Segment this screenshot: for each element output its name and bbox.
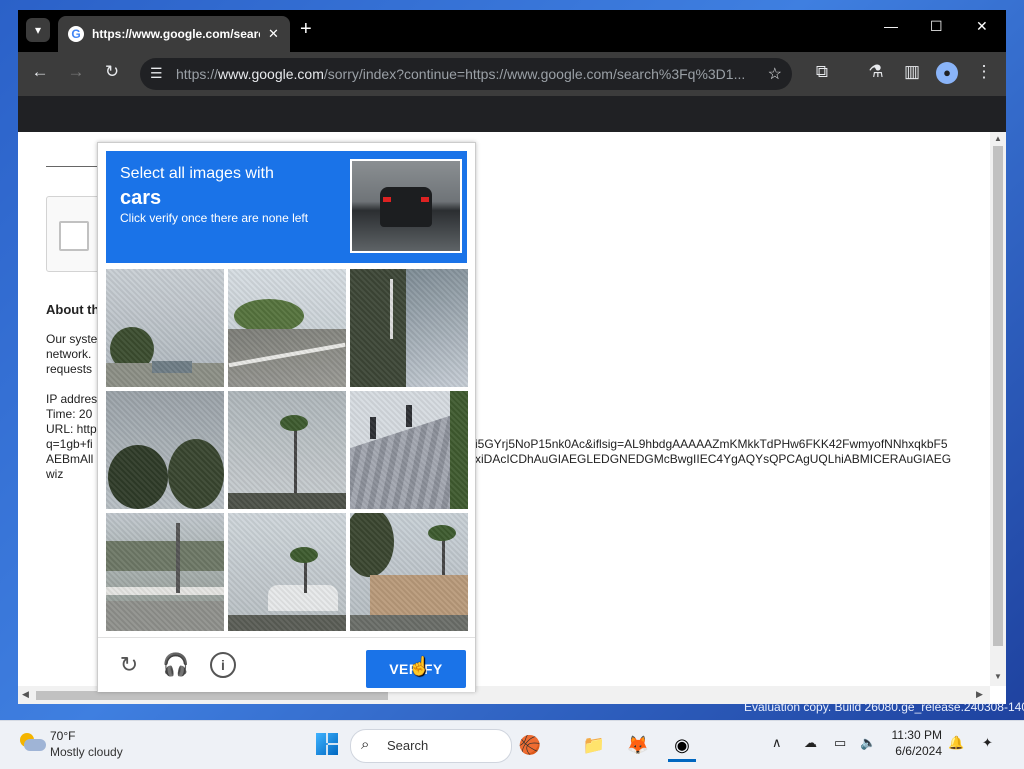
browser-toolbar: ← → ↻ ☰ https://www.google.com/sorry/ind… bbox=[18, 52, 1006, 96]
para-line: requests bbox=[46, 362, 93, 376]
file-explorer-icon[interactable]: 📁 bbox=[580, 731, 608, 759]
para-line: Our syste bbox=[46, 332, 98, 346]
image-tile[interactable] bbox=[106, 269, 224, 387]
ip-line: wiz bbox=[46, 467, 64, 481]
info-icon[interactable]: i bbox=[210, 652, 236, 678]
weather-condition[interactable]: Mostly cloudy bbox=[50, 745, 123, 759]
tab-strip: ▾ G https://www.google.com/search ✕ + — … bbox=[18, 10, 1006, 52]
clock-date: 6/6/2024 bbox=[895, 744, 942, 758]
minimize-button[interactable]: — bbox=[884, 18, 898, 34]
recaptcha-challenge: Select all images with cars Click verify… bbox=[97, 142, 476, 692]
taskbar-search[interactable]: ⌕ Search bbox=[350, 729, 512, 763]
google-favicon: G bbox=[68, 26, 84, 42]
prompt-line: Select all images with bbox=[120, 165, 274, 182]
prompt-instruction: Click verify once there are none left bbox=[120, 211, 309, 225]
ip-line: Time: 20 bbox=[46, 407, 93, 421]
sample-car bbox=[380, 187, 432, 227]
maximize-button[interactable]: ☐ bbox=[930, 18, 943, 35]
page-top-band bbox=[18, 96, 1006, 132]
weather-temperature[interactable]: 70°F bbox=[50, 729, 75, 743]
ip-line: IP addres bbox=[46, 392, 98, 406]
image-tile[interactable] bbox=[106, 513, 224, 631]
challenge-prompt: Select all images with cars Click verify… bbox=[106, 151, 467, 263]
para-line: network. bbox=[46, 347, 92, 361]
forward-icon[interactable]: → bbox=[64, 62, 88, 82]
display-icon[interactable]: ▭ bbox=[834, 735, 846, 751]
sidepanel-icon[interactable]: ▥ bbox=[900, 62, 924, 82]
ip-line: q=1gb+fi bbox=[46, 437, 93, 451]
site-info-icon[interactable]: ☰ bbox=[150, 65, 163, 82]
notification-bell-icon[interactable]: 🔔 bbox=[948, 735, 964, 751]
copilot-icon[interactable]: ✦ bbox=[982, 735, 993, 751]
image-tile[interactable] bbox=[228, 513, 346, 631]
widgets-app-icon[interactable]: 🏀 bbox=[516, 731, 544, 759]
scroll-left-icon[interactable]: ◀ bbox=[22, 689, 29, 700]
network-icon[interactable]: ☁ bbox=[804, 735, 817, 751]
reload-icon[interactable]: ↻ bbox=[116, 652, 142, 678]
headphones-icon[interactable]: 🎧 bbox=[162, 652, 189, 678]
tab-google[interactable]: G https://www.google.com/search ✕ bbox=[58, 16, 290, 52]
image-tile[interactable] bbox=[350, 269, 468, 387]
tab-title: https://www.google.com/search bbox=[92, 27, 260, 41]
reload-icon[interactable]: ↻ bbox=[100, 62, 124, 82]
image-tile[interactable] bbox=[350, 391, 468, 509]
image-tile[interactable] bbox=[228, 269, 346, 387]
desktop-icons-edge bbox=[0, 0, 18, 720]
about-heading: About th bbox=[46, 302, 100, 317]
new-tab-button[interactable]: + bbox=[300, 18, 312, 41]
search-label: Search bbox=[387, 738, 429, 753]
taskbar: 70°F Mostly cloudy ⌕ Search 🏀 📁 🦊 ◉ ∧ ☁ … bbox=[0, 720, 1024, 769]
volume-icon[interactable]: 🔈 bbox=[860, 735, 876, 751]
ip-line: URL: http bbox=[46, 422, 97, 436]
prompt-target: cars bbox=[120, 187, 162, 209]
hand-cursor-icon: ☝ bbox=[408, 656, 431, 676]
image-tile[interactable] bbox=[106, 391, 224, 509]
url-tail-2: xiDAcICDhAuGIAEGLEDGNEDGMcBwgIIEC4YgAQYs… bbox=[475, 452, 952, 466]
profile-icon[interactable]: ● bbox=[936, 62, 958, 84]
weather-icon[interactable] bbox=[18, 733, 46, 753]
image-tile[interactable] bbox=[350, 513, 468, 631]
address-bar[interactable]: ☰ https://www.google.com/sorry/index?con… bbox=[140, 58, 792, 90]
scroll-right-icon[interactable]: ▶ bbox=[976, 689, 983, 700]
vertical-scrollbar[interactable]: ▲ ▼ bbox=[990, 132, 1006, 686]
scroll-down-icon[interactable]: ▼ bbox=[994, 672, 1002, 681]
recaptcha-checkbox[interactable] bbox=[59, 221, 89, 251]
extensions-icon[interactable]: ⧉ bbox=[810, 62, 834, 82]
firefox-icon[interactable]: 🦊 bbox=[624, 731, 652, 759]
scroll-up-icon[interactable]: ▲ bbox=[994, 134, 1002, 143]
url-text[interactable]: https://www.google.com/sorry/index?conti… bbox=[176, 66, 756, 82]
scroll-thumb[interactable] bbox=[993, 146, 1003, 646]
url-tail-1: i5GYrj5NoP15nk0Ac&iflsig=AL9hbdgAAAAAZmK… bbox=[475, 437, 948, 451]
chrome-icon[interactable]: ◉ bbox=[668, 731, 696, 762]
tab-search-icon[interactable]: ▾ bbox=[26, 18, 50, 42]
image-tile[interactable] bbox=[228, 391, 346, 509]
sample-image bbox=[350, 159, 462, 253]
bookmark-star-icon[interactable]: ☆ bbox=[768, 64, 782, 84]
back-icon[interactable]: ← bbox=[28, 62, 52, 82]
close-window-button[interactable]: ✕ bbox=[976, 18, 988, 35]
clock-time: 11:30 PM bbox=[891, 728, 942, 742]
tray-overflow-icon[interactable]: ∧ bbox=[772, 735, 782, 751]
image-grid bbox=[106, 269, 468, 631]
tab-close-icon[interactable]: ✕ bbox=[268, 26, 279, 42]
start-icon[interactable] bbox=[316, 733, 338, 755]
labs-icon[interactable]: ⚗ bbox=[864, 62, 888, 82]
evaluation-watermark: Evaluation copy. Build 26080.ge_release.… bbox=[744, 700, 1024, 714]
scroll-thumb-horizontal[interactable] bbox=[36, 691, 388, 700]
search-icon: ⌕ bbox=[361, 736, 370, 753]
menu-icon[interactable]: ⋮ bbox=[972, 62, 996, 82]
clock[interactable]: 11:30 PM 6/6/2024 bbox=[880, 727, 942, 759]
ip-line: AEBmAll bbox=[46, 452, 94, 466]
